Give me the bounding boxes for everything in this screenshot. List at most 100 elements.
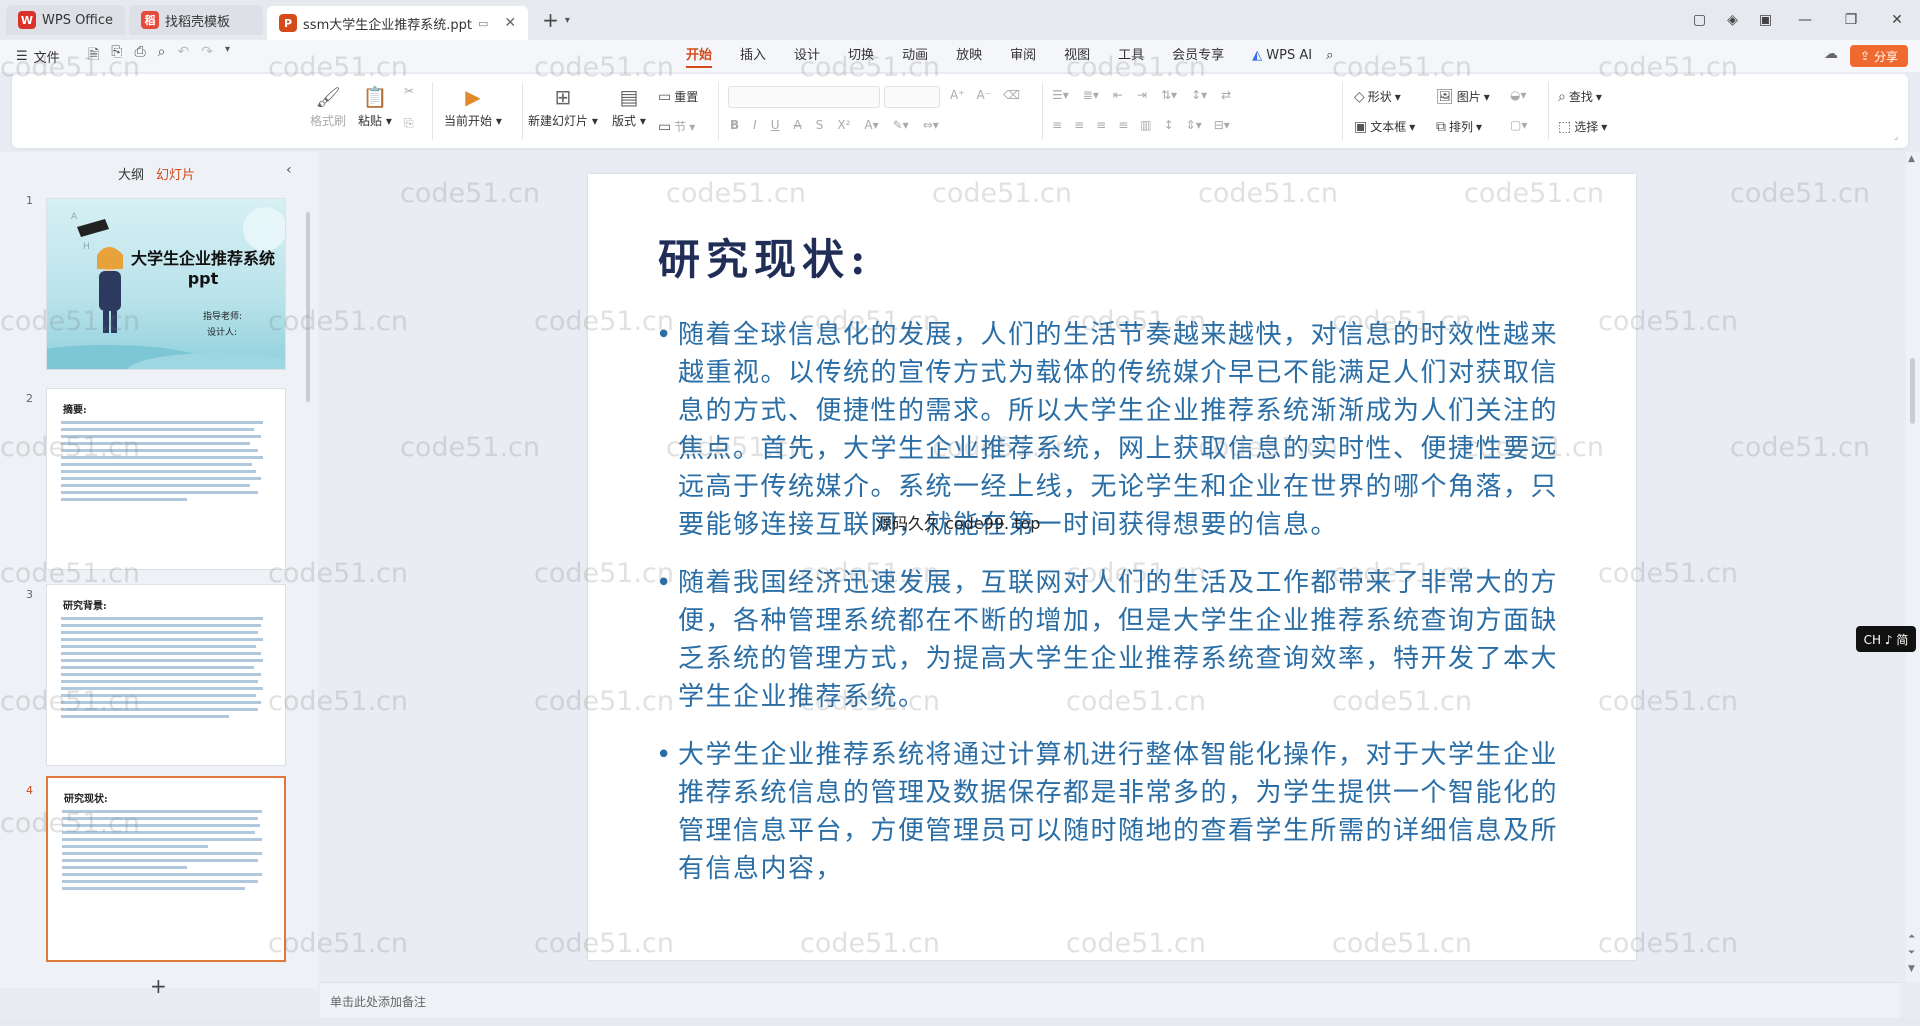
tab-tools[interactable]: 工具 xyxy=(1118,40,1144,72)
file-menu[interactable]: ☰ 文件 xyxy=(0,47,80,66)
decrease-indent-icon[interactable]: ⇤ xyxy=(1113,88,1123,102)
outline-icon[interactable]: ▢▾ xyxy=(1510,118,1527,132)
ime-indicator[interactable]: CH ♪ 简 xyxy=(1856,626,1916,652)
slide-thumbnail-2[interactable]: 摘要: xyxy=(46,388,286,570)
panel-scrollbar[interactable] xyxy=(306,212,310,402)
tab-animation[interactable]: 动画 xyxy=(902,40,928,72)
convert-icon[interactable]: ⇄ xyxy=(1221,88,1231,102)
line-spacing-icon[interactable]: ↕ xyxy=(1164,118,1174,132)
valign-icon[interactable]: ⊟▾ xyxy=(1214,118,1230,132)
reset-button[interactable]: ▭ 重置 xyxy=(658,88,698,105)
scroll-thumb[interactable] xyxy=(1910,358,1915,424)
copy-icon[interactable]: ⎘ xyxy=(404,116,414,131)
canvas-scrollbar[interactable]: ▲ ⏶ ⏷ ▼ xyxy=(1906,152,1920,982)
redo-icon[interactable]: ↷ xyxy=(201,44,213,68)
clear-format-icon[interactable]: ⌫ xyxy=(1003,88,1020,102)
tab-home[interactable]: 开始 xyxy=(686,40,713,72)
paste-button[interactable]: 📋 粘贴 ▾ xyxy=(358,82,392,129)
increase-indent-icon[interactable]: ⇥ xyxy=(1137,88,1147,102)
arrange-button[interactable]: ⧉ 排列 ▾ xyxy=(1436,118,1482,135)
tab-slides[interactable]: 幻灯片 xyxy=(156,164,195,183)
new-tab-button[interactable]: + xyxy=(542,8,559,32)
bullets-icon[interactable]: ☰▾ xyxy=(1052,88,1069,102)
align-right-icon[interactable]: ≡ xyxy=(1096,118,1106,132)
search-icon[interactable]: ⌕ xyxy=(1326,40,1333,72)
tab-view[interactable]: 视图 xyxy=(1064,40,1090,72)
slide-thumbnail-3[interactable]: 研究背景: xyxy=(46,584,286,766)
decrease-font-icon[interactable]: A⁻ xyxy=(977,88,992,102)
close-window-icon[interactable]: ✕ xyxy=(1874,12,1920,28)
font-name-select[interactable] xyxy=(728,86,880,108)
sort-icon[interactable]: ↕▾ xyxy=(1191,88,1207,102)
font-size-select[interactable] xyxy=(884,86,940,108)
tab-wps-office[interactable]: W WPS Office xyxy=(6,5,126,35)
tab-design[interactable]: 设计 xyxy=(794,40,820,72)
notes-pane[interactable]: 单击此处添加备注 xyxy=(320,982,1900,1018)
align-center-icon[interactable]: ≡ xyxy=(1074,118,1084,132)
tab-current-document[interactable]: P ssm大学生企业推荐系统.ppt ▭ ✕ xyxy=(267,6,529,40)
scroll-up-icon[interactable]: ▲ xyxy=(1908,154,1915,164)
section-button[interactable]: ▭ 节 ▾ xyxy=(658,118,695,135)
strikethrough-icon[interactable]: A xyxy=(794,118,802,132)
restore-icon[interactable]: ❐ xyxy=(1828,12,1874,28)
italic-icon[interactable]: I xyxy=(753,118,757,132)
para-spacing-icon[interactable]: ⇕▾ xyxy=(1186,118,1202,132)
export-icon[interactable]: ⎘ xyxy=(111,44,122,68)
numbering-icon[interactable]: ≣▾ xyxy=(1083,88,1099,102)
font-color-icon[interactable]: A▾ xyxy=(864,118,878,132)
scroll-down-icon[interactable]: ▼ xyxy=(1908,964,1915,974)
collapse-panel-icon[interactable]: ‹ xyxy=(286,162,292,178)
tab-slideshow[interactable]: 放映 xyxy=(956,40,982,72)
slide-title[interactable]: 研究现状: xyxy=(658,226,872,287)
format-painter-button[interactable]: 🖌 格式刷 xyxy=(310,82,346,129)
cloud-sync-icon[interactable]: ☁ xyxy=(1824,46,1838,62)
tab-review[interactable]: 审阅 xyxy=(1010,40,1036,72)
minimize-icon[interactable]: — xyxy=(1782,12,1828,28)
tab-outline[interactable]: 大纲 xyxy=(118,164,144,183)
next-slide-icon[interactable]: ⏷ xyxy=(1908,948,1915,958)
cut-icon[interactable]: ✂ xyxy=(404,84,414,98)
shadow-icon[interactable]: S xyxy=(816,118,824,132)
save-icon[interactable]: 🗎 xyxy=(88,44,99,68)
slide-thumbnail-4[interactable]: 研究现状: xyxy=(46,776,286,962)
tab-insert[interactable]: 插入 xyxy=(740,40,766,72)
more-dropdown-icon[interactable]: ▾ xyxy=(225,44,230,68)
find-button[interactable]: ⌕ 查找 ▾ xyxy=(1558,88,1602,105)
print-preview-icon[interactable]: ⌕ xyxy=(158,44,166,68)
justify-icon[interactable]: ≡ xyxy=(1118,118,1128,132)
bold-icon[interactable]: B xyxy=(730,118,739,132)
ribbon-expand-icon[interactable]: ⌟ xyxy=(1894,132,1898,142)
select-button[interactable]: ⬚ 选择 ▾ xyxy=(1558,118,1607,135)
align-left-icon[interactable]: ≡ xyxy=(1052,118,1062,132)
tab-wps-ai[interactable]: ◭ WPS AI xyxy=(1252,40,1312,72)
current-slide[interactable]: 研究现状: 随着全球信息化的发展，人们的生活节奏越来越快，对信息的时效性越来越重… xyxy=(588,174,1636,960)
new-slide-button[interactable]: ⊞ 新建幻灯片 ▾ xyxy=(528,82,598,129)
tab-transition[interactable]: 切换 xyxy=(848,40,874,72)
shape-button[interactable]: ◇ 形状 ▾ xyxy=(1354,88,1401,105)
add-slide-button[interactable]: + xyxy=(150,974,167,998)
fill-icon[interactable]: ◒▾ xyxy=(1510,88,1527,102)
textbox-button[interactable]: ▣ 文本框 ▾ xyxy=(1354,118,1415,135)
underline-icon[interactable]: U xyxy=(771,118,780,132)
increase-font-icon[interactable]: A⁺ xyxy=(950,88,965,102)
print-icon[interactable]: ⎙ xyxy=(134,44,145,68)
text-direction-icon[interactable]: ⇅▾ xyxy=(1161,88,1177,102)
tab-list-dropdown-icon[interactable]: ▾ xyxy=(565,15,570,26)
tab-template[interactable]: 稻 找稻壳模板 xyxy=(129,5,264,35)
columns-icon[interactable]: ▥ xyxy=(1140,118,1151,132)
slide-body[interactable]: 随着全球信息化的发展，人们的生活节奏越来越快，对信息的时效性越来越重视。以传统的… xyxy=(656,316,1578,908)
undo-icon[interactable]: ↶ xyxy=(178,44,190,68)
layout-button[interactable]: ▤ 版式 ▾ xyxy=(612,82,646,129)
picture-button[interactable]: 🖼 图片 ▾ xyxy=(1436,88,1490,105)
char-spacing-icon[interactable]: ⇔▾ xyxy=(923,118,939,132)
tab-member[interactable]: 会员专享 xyxy=(1172,40,1224,72)
superscript-icon[interactable]: X² xyxy=(837,118,850,132)
start-current-button[interactable]: ▶ 当前开始 ▾ xyxy=(444,82,502,129)
share-button[interactable]: ⇪ 分享 xyxy=(1850,45,1908,67)
layout-icon[interactable]: ▢ xyxy=(1683,12,1716,28)
slide-thumbnail-1[interactable]: A H 大学生企业推荐系统ppt 指导老师: 设计人: xyxy=(46,198,286,370)
cube-icon[interactable]: ◈ xyxy=(1716,12,1749,28)
highlight-icon[interactable]: ✎▾ xyxy=(893,118,909,132)
close-tab-icon[interactable]: ✕ xyxy=(504,15,516,31)
avatar[interactable]: ▣ xyxy=(1749,12,1782,28)
